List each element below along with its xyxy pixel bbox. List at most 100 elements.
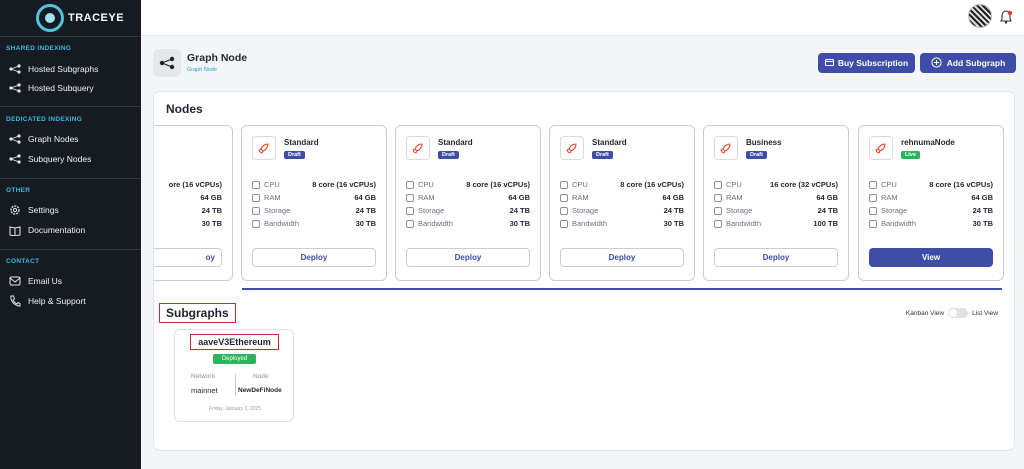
graph-icon <box>8 82 22 94</box>
breadcrumb[interactable]: Graph Node <box>187 67 217 73</box>
spec-ram-label: RAM <box>406 193 435 202</box>
ram-icon <box>560 193 568 202</box>
section-contact: CONTACT <box>6 258 40 265</box>
node-label: Node <box>253 373 269 380</box>
spec-cpu-value: ore (16 vCPUs) <box>168 180 222 189</box>
sidebar-item-label: Help & Support <box>28 296 86 306</box>
subgraph-date: Friday, January 3, 2025 <box>208 406 262 412</box>
avatar[interactable] <box>968 4 992 28</box>
add-subgraph-button[interactable]: Add Subgraph <box>920 53 1016 73</box>
spec-bandwidth-label: Bandwidth <box>252 219 299 228</box>
spec-cpu-value: 8 core (16 vCPUs) <box>620 180 684 189</box>
ram-icon <box>714 193 722 202</box>
sidebar-item-label: Settings <box>28 205 59 215</box>
graph-icon <box>8 153 22 165</box>
sidebar-item-graph-nodes[interactable]: Graph Nodes <box>8 132 79 146</box>
storage-icon <box>406 206 414 215</box>
section-shared-indexing: SHARED INDEXING <box>6 45 72 52</box>
section-other: OTHER <box>6 187 31 194</box>
sidebar-item-label: Email Us <box>28 276 63 286</box>
status-badge: Draft <box>746 151 767 159</box>
spec-storage-value: 24 TB <box>509 206 530 215</box>
sidebar-item-label: Hosted Subquery <box>28 83 94 93</box>
sidebar-item-subquery-nodes[interactable]: Subquery Nodes <box>8 152 91 166</box>
spec-ram-label: RAM <box>869 193 898 202</box>
node-name: Standard <box>284 138 319 147</box>
gear-icon <box>8 204 22 216</box>
spec-ram-label: RAM <box>714 193 743 202</box>
spec-cpu-label: CPU <box>406 180 434 189</box>
nodes-carousel[interactable]: ore (16 vCPUs) 64 GB 24 TB 30 TB oy Stan… <box>154 125 1014 285</box>
ram-icon <box>869 193 877 202</box>
divider <box>0 178 141 179</box>
bell-icon[interactable] <box>1000 10 1013 24</box>
graph-icon <box>8 133 22 145</box>
storage-icon <box>869 206 877 215</box>
spec-storage-label: Storage <box>869 206 907 215</box>
deploy-button[interactable]: Deploy <box>714 248 838 267</box>
book-icon <box>8 224 22 236</box>
buy-subscription-button[interactable]: Buy Subscription <box>818 53 915 73</box>
ram-icon <box>406 193 414 202</box>
node-name: Standard <box>438 138 473 147</box>
subgraph-card[interactable]: aaveV3Ethereum Deployed Network Node mai… <box>174 329 294 422</box>
node-card[interactable]: rehnumaNode Live CPU 8 core (16 vCPUs) RA… <box>858 125 1004 281</box>
spec-bandwidth-label: Bandwidth <box>714 219 761 228</box>
sidebar-item-hosted-subgraphs[interactable]: Hosted Subgraphs <box>8 62 98 76</box>
storage-icon <box>560 206 568 215</box>
node-value: NewDeFiNode <box>238 387 282 394</box>
app-logo[interactable]: TRACEYE <box>36 4 124 32</box>
node-card[interactable]: Business Draft CPU 16 core (32 vCPUs) RAM… <box>703 125 849 281</box>
sidebar-item-hosted-subquery[interactable]: Hosted Subquery <box>8 81 94 95</box>
deploy-button[interactable]: Deploy <box>252 248 376 267</box>
divider <box>0 106 141 107</box>
sidebar-item-help-support[interactable]: Help & Support <box>8 294 86 308</box>
spec-ram-value: 64 GB <box>971 193 993 202</box>
spec-cpu-label: CPU <box>714 180 742 189</box>
sidebar-item-settings[interactable]: Settings <box>8 203 59 217</box>
spec-bandwidth-value: 100 TB <box>813 219 838 228</box>
node-card-partial: ore (16 vCPUs) 64 GB 24 TB 30 TB oy <box>154 125 233 281</box>
bandwidth-icon <box>869 219 877 228</box>
sidebar-item-email-us[interactable]: Email Us <box>8 274 62 288</box>
spec-bandwidth-value: 30 TB <box>201 219 222 228</box>
top-bar <box>141 0 1024 36</box>
bandwidth-icon <box>714 219 722 228</box>
card-icon <box>824 58 834 68</box>
spec-ram-label: RAM <box>252 193 281 202</box>
view-switch[interactable] <box>948 308 969 318</box>
spec-bandwidth-value: 30 TB <box>972 219 993 228</box>
node-name: Standard <box>592 138 627 147</box>
deploy-button[interactable]: oy <box>154 248 222 267</box>
carousel-scrollbar[interactable] <box>242 288 1002 290</box>
spec-cpu-value: 8 core (16 vCPUs) <box>929 180 993 189</box>
mail-icon <box>8 275 22 287</box>
spec-bandwidth-value: 30 TB <box>355 219 376 228</box>
node-card[interactable]: Standard Draft CPU 8 core (16 vCPUs) RAM 6… <box>549 125 695 281</box>
cpu-icon <box>252 180 260 189</box>
list-view-label: List View <box>972 309 998 317</box>
storage-icon <box>714 206 722 215</box>
view-toggle[interactable]: Kanban View List View <box>906 308 998 318</box>
node-card[interactable]: Standard Draft CPU 8 core (16 vCPUs) RAM 6… <box>241 125 387 281</box>
spec-bandwidth-label: Bandwidth <box>406 219 453 228</box>
divider <box>0 249 141 250</box>
deploy-button[interactable]: Deploy <box>560 248 684 267</box>
graph-icon <box>8 63 22 75</box>
ram-icon <box>252 193 260 202</box>
cpu-icon <box>869 180 877 189</box>
node-card[interactable]: Standard Draft CPU 8 core (16 vCPUs) RAM 6… <box>395 125 541 281</box>
spec-cpu-value: 8 core (16 vCPUs) <box>466 180 530 189</box>
view-button[interactable]: View <box>869 248 993 267</box>
status-badge: Draft <box>592 151 613 159</box>
spec-ram-value: 64 GB <box>816 193 838 202</box>
graph-node-icon <box>153 49 181 77</box>
spec-cpu-value: 8 core (16 vCPUs) <box>312 180 376 189</box>
spec-ram-label: RAM <box>560 193 589 202</box>
main-panel: Nodes ore (16 vCPUs) 64 GB 24 TB 30 TB o… <box>153 91 1015 451</box>
add-subgraph-label: Add Subgraph <box>946 58 1006 68</box>
divider <box>0 36 141 37</box>
rocket-icon <box>869 136 893 160</box>
sidebar-item-documentation[interactable]: Documentation <box>8 223 85 237</box>
deploy-button[interactable]: Deploy <box>406 248 530 267</box>
